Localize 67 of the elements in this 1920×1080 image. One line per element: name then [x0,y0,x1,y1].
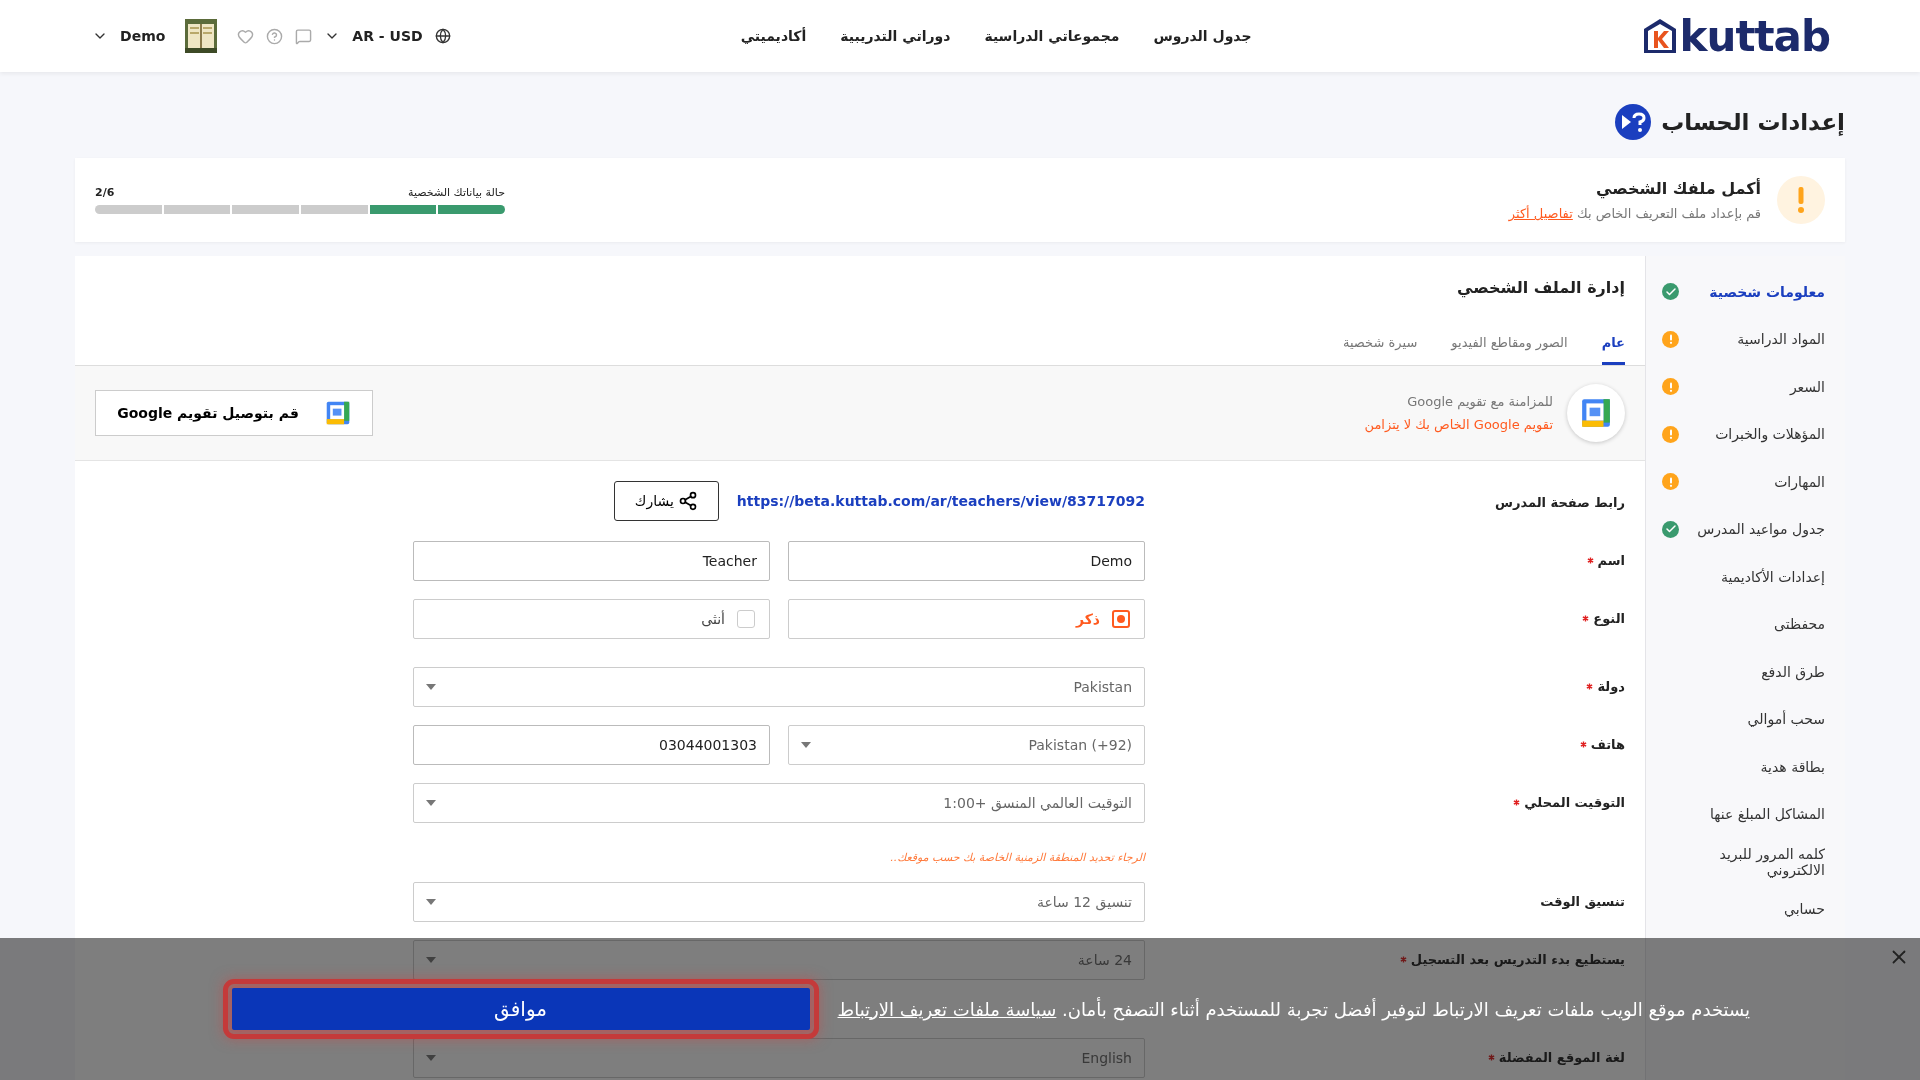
warning-icon [1662,378,1679,396]
nav-link[interactable]: أكاديميتي [740,28,807,44]
country-code-select[interactable]: Pakistan (+92) [788,725,1145,765]
nav-link[interactable]: جدول الدروس [1153,28,1252,44]
field-label: اسم [1597,553,1625,568]
nav-link[interactable]: دوراتي التدريبية [840,28,951,44]
globe-icon [434,28,451,44]
cookie-policy-link[interactable]: سياسة ملفات تعريف الارتباط [837,998,1057,1020]
locale-selector[interactable]: AR - USD [352,28,423,44]
sidebar-item[interactable]: حسابي [1646,885,1845,933]
field-label: هاتف [1590,737,1625,752]
sidebar-item[interactable]: المشاكل المبلغ عنها [1646,790,1845,838]
tab[interactable]: الصور ومقاطع الفيديو [1451,327,1568,365]
select-field[interactable]: التوقيت العالمي المنسق +1:00 [413,783,1145,823]
warning-icon [1662,425,1679,443]
sidebar-item[interactable]: جدول مواعيد المدرس [1646,505,1845,553]
connect-calendar-button[interactable]: قم بتوصيل تقويم Google [95,390,373,436]
sync-warning: تقويم Google الخاص بك لا يتزامن [1364,417,1553,432]
select-field[interactable]: Pakistan [413,667,1145,707]
sidebar-item[interactable]: المؤهلات والخبرات [1646,410,1845,458]
share-icon [677,491,698,511]
field-label: التوقيت المحلي [1524,795,1625,810]
card-subtitle: قم بإعداد ملف التعريف الخاص بك تفاصيل أكثر [1508,206,1761,221]
sidebar-item[interactable]: طرق الدفع [1646,648,1845,696]
check-icon [1662,520,1679,538]
cookie-text: يستخدم موقع الويب ملفات تعريف الارتباط لتوفير أفضل تجربة للمستخدم أثناء التصفح بأمان. سياسة ملفات تعريف الارتباط [837,998,1750,1020]
panel-title: إدارة الملف الشخصي [1455,277,1626,300]
gender-option[interactable]: أنثى [413,599,770,639]
hint-text: الرجاء تحديد المنطقة الزمنية الخاصة بك حسب موقعك.. [889,851,1145,864]
page-title: إعدادات الحساب [1661,109,1845,135]
name-input[interactable]: Demo [788,541,1145,581]
sidebar-item[interactable]: كلمه المرور للبريد الالكتروني [1646,838,1845,886]
sidebar-item[interactable]: معلومات شخصية [1646,268,1845,316]
logo-icon [1641,17,1678,55]
field-label: يستطيع بدء التدريس بعد التسجيل [1410,952,1625,967]
card-title: أكمل ملفك الشخصي [1594,179,1761,198]
field-label: تنسيق الوقت [1540,894,1625,909]
field-label: رابط صفحة المدرس [1495,495,1625,510]
phone-input[interactable]: 03044001303 [413,725,770,765]
field-label: النوع [1593,611,1625,626]
teacher-page-link[interactable]: https://beta.kuttab.com/ar/teachers/view/83717092 [736,481,1145,521]
name-input[interactable]: Teacher [413,541,770,581]
sidebar-item[interactable]: المهارات [1646,458,1845,506]
sidebar-item[interactable]: إعدادات الأكاديمية [1646,553,1845,601]
user-name[interactable]: Demo [120,28,166,44]
progress-label: حالة بياناتك الشخصية [408,186,505,199]
select-field[interactable]: تنسيق 12 ساعة [413,882,1145,922]
sidebar-item[interactable]: المواد الدراسية [1646,315,1845,363]
warning-icon [1662,473,1679,491]
field-label: لغة الموقع المفضلة [1498,1050,1625,1065]
sidebar-item[interactable]: السعر [1646,363,1845,411]
check-icon [1662,283,1679,301]
field-label: دولة [1597,679,1625,694]
sync-title: للمزامنة مع تقويم Google [1406,394,1553,409]
logo[interactable]: kuttab [1641,11,1830,61]
sidebar-item[interactable]: بطاقة هدية [1646,743,1845,791]
warning-icon [1777,176,1825,224]
calendar-icon [324,400,351,426]
sidebar-item[interactable]: سحب أموالي [1646,695,1845,743]
tab[interactable]: سيرة شخصية [1342,327,1418,365]
calendar-icon [1580,397,1612,429]
share-button[interactable]: يشارك [613,481,719,521]
progress-count: 2/6 [95,186,115,199]
nav-link[interactable]: مجموعاتي الدراسية [984,28,1120,44]
help-icon[interactable] [1615,104,1652,140]
warning-icon [1662,330,1679,348]
sidebar-item[interactable]: محفظتى [1646,600,1845,648]
